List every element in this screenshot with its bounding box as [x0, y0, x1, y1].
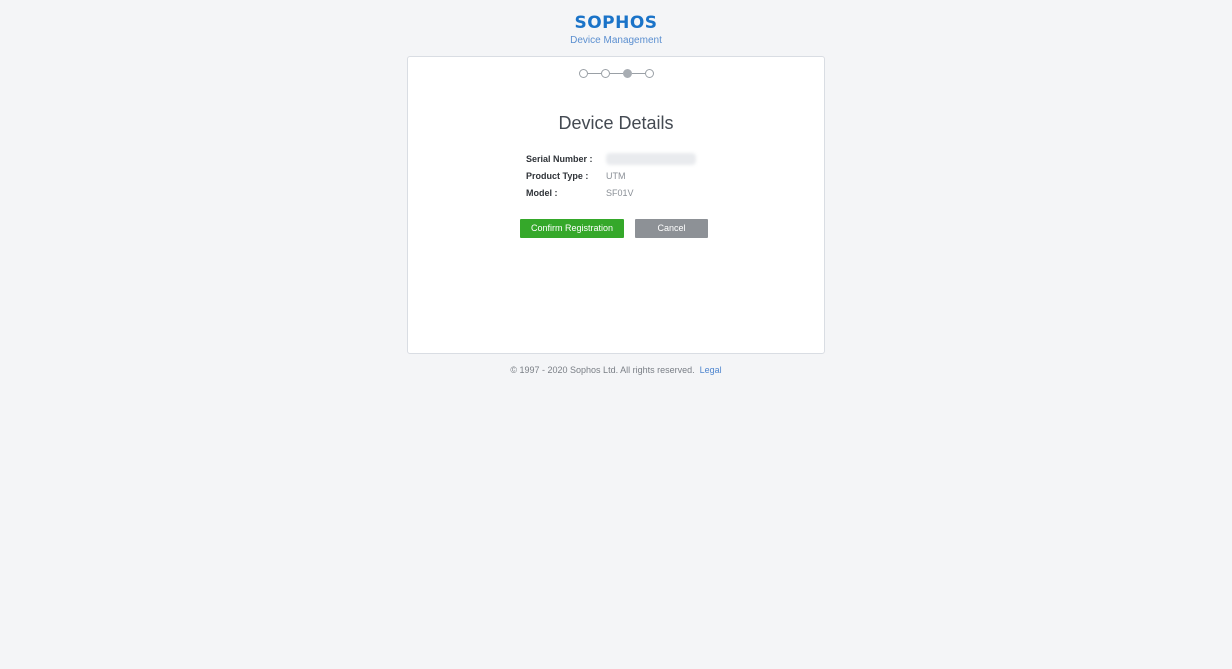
cancel-button[interactable]: Cancel: [635, 219, 708, 238]
model-value: SF01V: [606, 187, 634, 198]
sophos-logo: SOPHOS: [574, 13, 658, 33]
action-buttons: Confirm Registration Cancel: [520, 219, 708, 238]
copyright-text: © 1997 - 2020 Sophos Ltd. All rights res…: [510, 365, 695, 375]
registration-card: Device Details Serial Number : Product T…: [407, 56, 825, 354]
detail-row-product-type: Product Type : UTM: [526, 167, 696, 184]
step-3-indicator-active: [622, 68, 632, 78]
detail-row-serial: Serial Number :: [526, 150, 696, 167]
product-type-label: Product Type :: [526, 170, 589, 181]
step-1-indicator: [578, 68, 588, 78]
model-label: Model :: [526, 187, 558, 198]
step-2-indicator: [600, 68, 610, 78]
page-header: SOPHOS Device Management: [0, 14, 1232, 48]
product-type-value: UTM: [606, 170, 626, 181]
page-title: Device Details: [558, 113, 674, 133]
serial-number-value-redacted: [606, 152, 696, 165]
step-connector: [587, 72, 601, 74]
header-subtitle: Device Management: [570, 35, 662, 46]
progress-steps: [408, 67, 824, 79]
step-connector: [631, 72, 645, 74]
confirm-registration-button[interactable]: Confirm Registration: [520, 219, 624, 238]
serial-number-label: Serial Number :: [526, 153, 593, 164]
step-connector: [609, 72, 623, 74]
device-details-list: Serial Number : Product Type : UTM Model…: [526, 150, 696, 201]
page-footer: © 1997 - 2020 Sophos Ltd. All rights res…: [0, 364, 1232, 376]
step-4-indicator: [644, 68, 654, 78]
detail-row-model: Model : SF01V: [526, 184, 696, 201]
legal-link[interactable]: Legal: [700, 365, 722, 375]
